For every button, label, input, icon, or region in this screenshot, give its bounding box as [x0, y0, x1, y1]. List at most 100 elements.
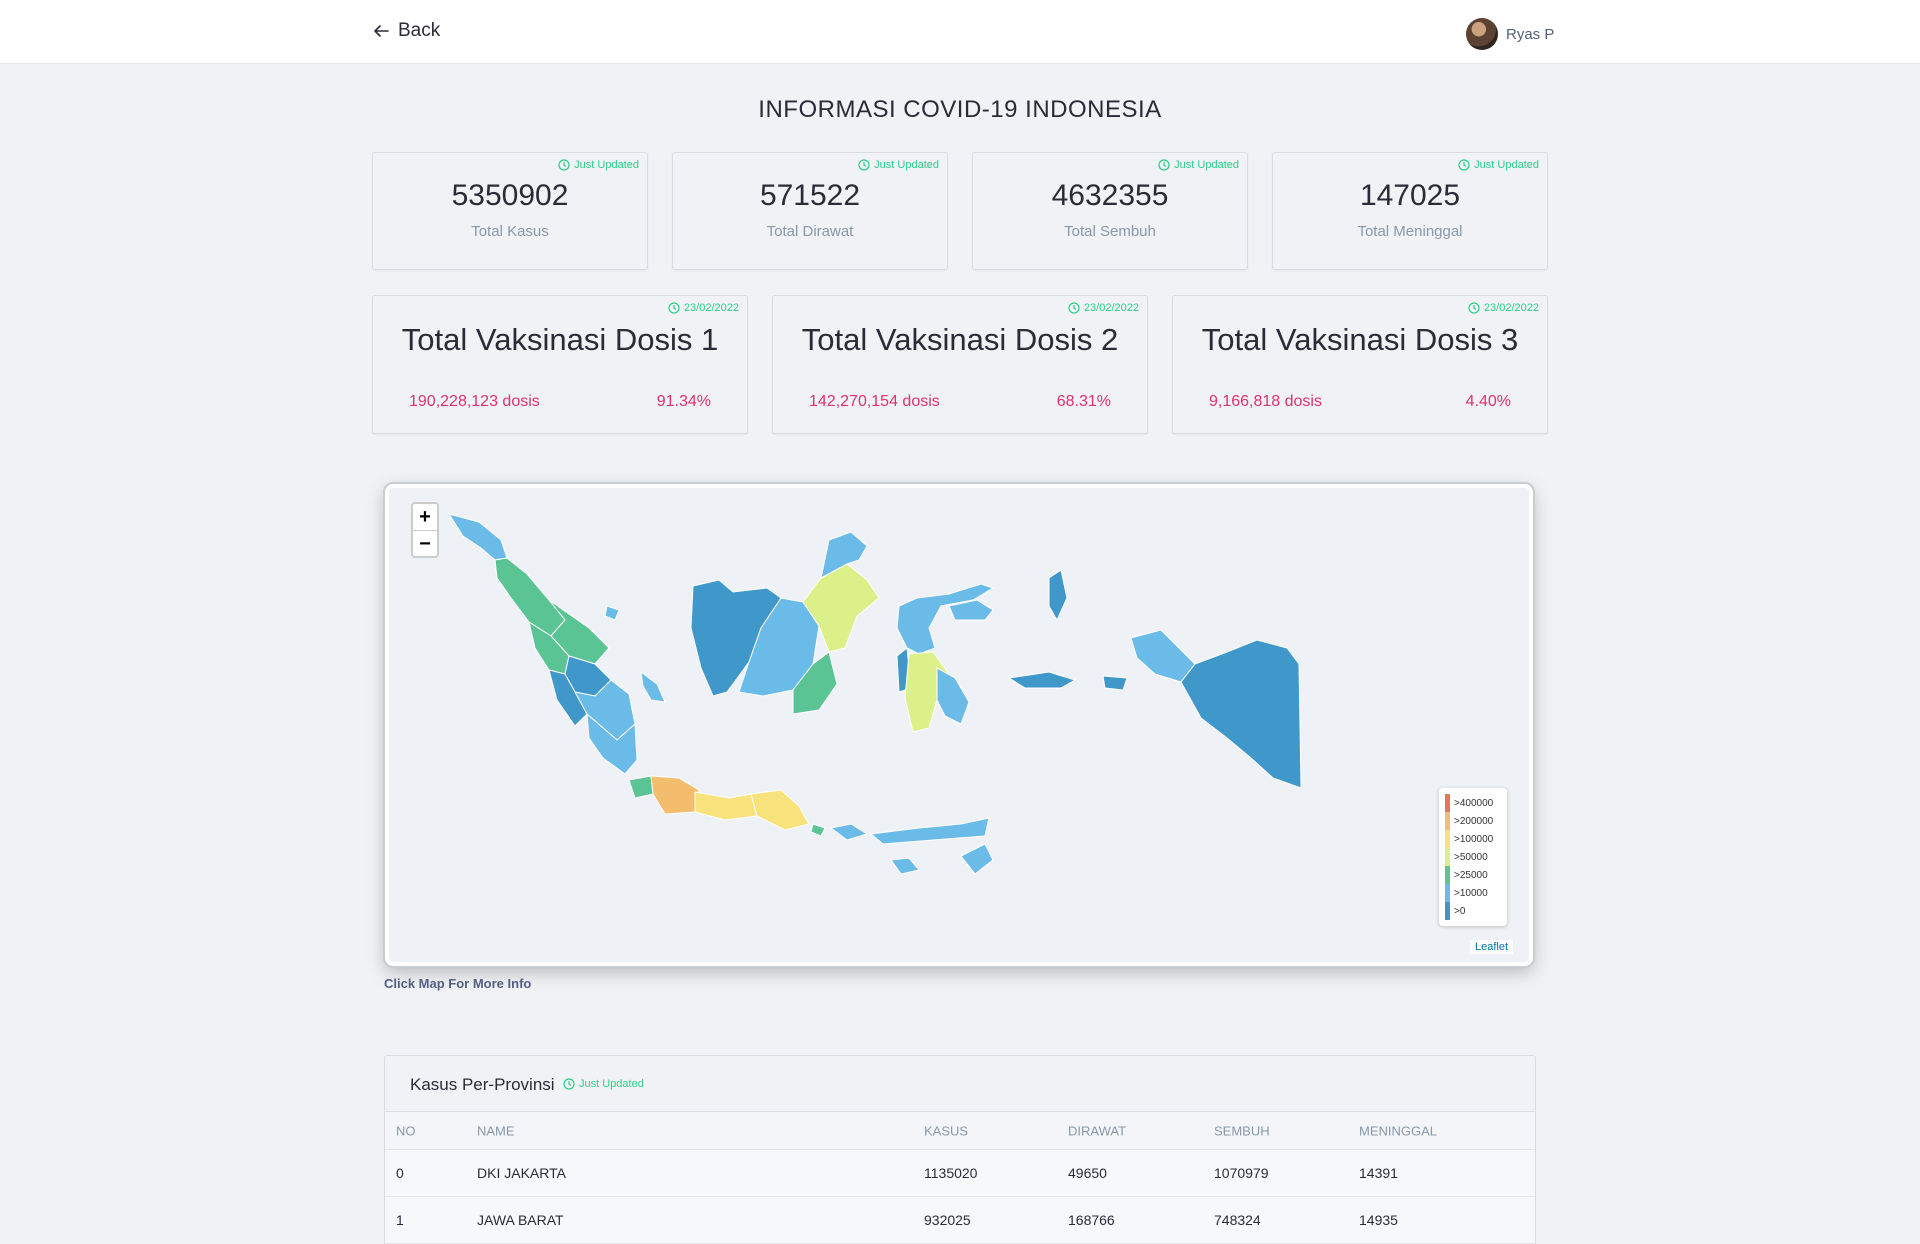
table-row[interactable]: 0 DKI JAKARTA 1135020 49650 1070979 1439…: [385, 1150, 1535, 1197]
clock-icon: [1068, 302, 1080, 314]
update-badge: Just Updated: [858, 159, 939, 171]
vaccine-card-dose-1: 23/02/2022 Total Vaksinasi Dosis 1 190,2…: [372, 295, 748, 434]
stat-card-sembuh: Just Updated 4632355 Total Sembuh: [972, 152, 1248, 270]
stat-label: Total Meninggal: [1357, 223, 1463, 240]
cell-kasus: 932025: [924, 1212, 971, 1228]
leaflet-attribution-link[interactable]: Leaflet: [1469, 940, 1513, 954]
legend-item: >10000: [1445, 884, 1501, 902]
vaccine-card-dose-3: 23/02/2022 Total Vaksinasi Dosis 3 9,166…: [1172, 295, 1548, 434]
clock-icon: [563, 1078, 575, 1090]
column-header[interactable]: NO: [396, 1123, 416, 1138]
update-badge: Just Updated: [1158, 159, 1239, 171]
clock-icon: [1458, 159, 1470, 171]
column-header[interactable]: MENINGGAL: [1359, 1123, 1437, 1138]
indonesia-map[interactable]: + − >400000 >200000 >100000 >50000 >2500…: [383, 482, 1535, 968]
legend-item: >50000: [1445, 848, 1501, 866]
user-name: Ryas P: [1506, 25, 1555, 43]
clock-icon: [558, 159, 570, 171]
vaccine-percent: 68.31%: [1056, 393, 1111, 410]
province-malut[interactable]: [1048, 569, 1068, 622]
clock-icon: [1158, 159, 1170, 171]
province-banten[interactable]: [628, 775, 654, 799]
column-header[interactable]: KASUS: [924, 1123, 968, 1138]
province-shapes[interactable]: [389, 488, 1529, 962]
stat-value: 5350902: [451, 179, 569, 212]
stat-label: Total Sembuh: [1064, 223, 1156, 240]
vaccine-title: Total Vaksinasi Dosis 1: [401, 322, 719, 357]
legend-item: >0: [1445, 902, 1501, 920]
legend-item: >200000: [1445, 812, 1501, 830]
vaccine-dosis: 142,270,154 dosis: [809, 393, 940, 410]
zoom-in-button[interactable]: +: [413, 504, 437, 530]
page-title: INFORMASI COVID-19 INDONESIA: [758, 96, 1162, 123]
back-button[interactable]: Back: [372, 20, 440, 42]
back-label: Back: [398, 20, 441, 41]
province-kepri[interactable]: [604, 605, 620, 621]
vaccine-card-dose-2: 23/02/2022 Total Vaksinasi Dosis 2 142,2…: [772, 295, 1148, 434]
stat-value: 147025: [1359, 179, 1461, 212]
column-header[interactable]: DIRAWAT: [1068, 1123, 1126, 1138]
map-legend: >400000 >200000 >100000 >50000 >25000 >1…: [1439, 788, 1507, 926]
vaccine-percent: 4.40%: [1465, 393, 1511, 410]
zoom-control: + −: [411, 502, 439, 558]
province-papua[interactable]: [1180, 639, 1302, 789]
vaccine-percent: 91.34%: [656, 393, 711, 410]
avatar: [1466, 18, 1498, 50]
map-hint: Click Map For More Info: [384, 976, 532, 991]
stat-label: Total Dirawat: [766, 223, 854, 240]
province-ntt-islands[interactable]: [890, 857, 920, 875]
province-maluku[interactable]: [1007, 671, 1128, 691]
date-badge: 23/02/2022: [668, 302, 739, 314]
table-title: Kasus Per-Provinsi: [410, 1075, 555, 1094]
top-navbar: Back Ryas P: [0, 0, 1920, 64]
legend-item: >25000: [1445, 866, 1501, 884]
column-header[interactable]: SEMBUH: [1214, 1123, 1270, 1138]
clock-icon: [858, 159, 870, 171]
cell-no: 1: [396, 1212, 404, 1228]
cell-no: 0: [396, 1165, 404, 1181]
cell-sembuh: 748324: [1214, 1212, 1261, 1228]
province-papua-barat[interactable]: [1130, 629, 1196, 683]
cell-dirawat: 49650: [1068, 1165, 1107, 1181]
arrow-left-icon: [374, 25, 389, 37]
table-row[interactable]: 1 JAWA BARAT 932025 168766 748324 14935: [385, 1197, 1535, 1244]
stat-label: Total Kasus: [471, 223, 549, 240]
user-menu[interactable]: Ryas P: [1466, 18, 1554, 50]
province-babel[interactable]: [640, 670, 666, 703]
update-badge: Just Updated: [563, 1078, 644, 1090]
zoom-out-button[interactable]: −: [413, 530, 437, 556]
stat-card-kasus: Just Updated 5350902 Total Kasus: [372, 152, 648, 270]
cell-kasus: 1135020: [924, 1165, 978, 1181]
vaccine-dosis: 9,166,818 dosis: [1209, 393, 1322, 410]
vaccine-title: Total Vaksinasi Dosis 2: [801, 322, 1119, 357]
cell-dirawat: 168766: [1068, 1212, 1115, 1228]
province-aceh[interactable]: [447, 513, 508, 561]
province-table: Kasus Per-Provinsi Just Updated NO NAME …: [384, 1055, 1536, 1244]
province-jabar[interactable]: [650, 775, 700, 815]
cell-name: JAWA BARAT: [477, 1212, 564, 1228]
cell-sembuh: 1070979: [1214, 1165, 1269, 1181]
province-jatim[interactable]: [750, 789, 810, 831]
vaccine-dosis: 190,228,123 dosis: [409, 393, 540, 410]
vaccine-title: Total Vaksinasi Dosis 3: [1201, 322, 1519, 357]
legend-item: >400000: [1445, 794, 1501, 812]
table-header-bar: Kasus Per-Provinsi Just Updated: [385, 1056, 1535, 1112]
stat-card-dirawat: Just Updated 571522 Total Dirawat: [672, 152, 948, 270]
date-badge: 23/02/2022: [1468, 302, 1539, 314]
clock-icon: [1468, 302, 1480, 314]
stat-card-meninggal: Just Updated 147025 Total Meninggal: [1272, 152, 1548, 270]
column-header[interactable]: NAME: [477, 1123, 515, 1138]
cell-meninggal: 14391: [1359, 1165, 1398, 1181]
province-ntt[interactable]: [869, 817, 994, 875]
province-sultra[interactable]: [936, 667, 970, 725]
cell-name: DKI JAKARTA: [477, 1165, 566, 1181]
stat-value: 4632355: [1051, 179, 1169, 212]
cell-meninggal: 14935: [1359, 1212, 1398, 1228]
update-badge: Just Updated: [1458, 159, 1539, 171]
legend-item: >100000: [1445, 830, 1501, 848]
province-bali[interactable]: [810, 823, 826, 837]
province-ntb[interactable]: [829, 823, 869, 841]
province-jateng[interactable]: [694, 791, 758, 821]
stat-value: 571522: [759, 179, 861, 212]
table-column-headers: NO NAME KASUS DIRAWAT SEMBUH MENINGGAL: [385, 1112, 1535, 1150]
